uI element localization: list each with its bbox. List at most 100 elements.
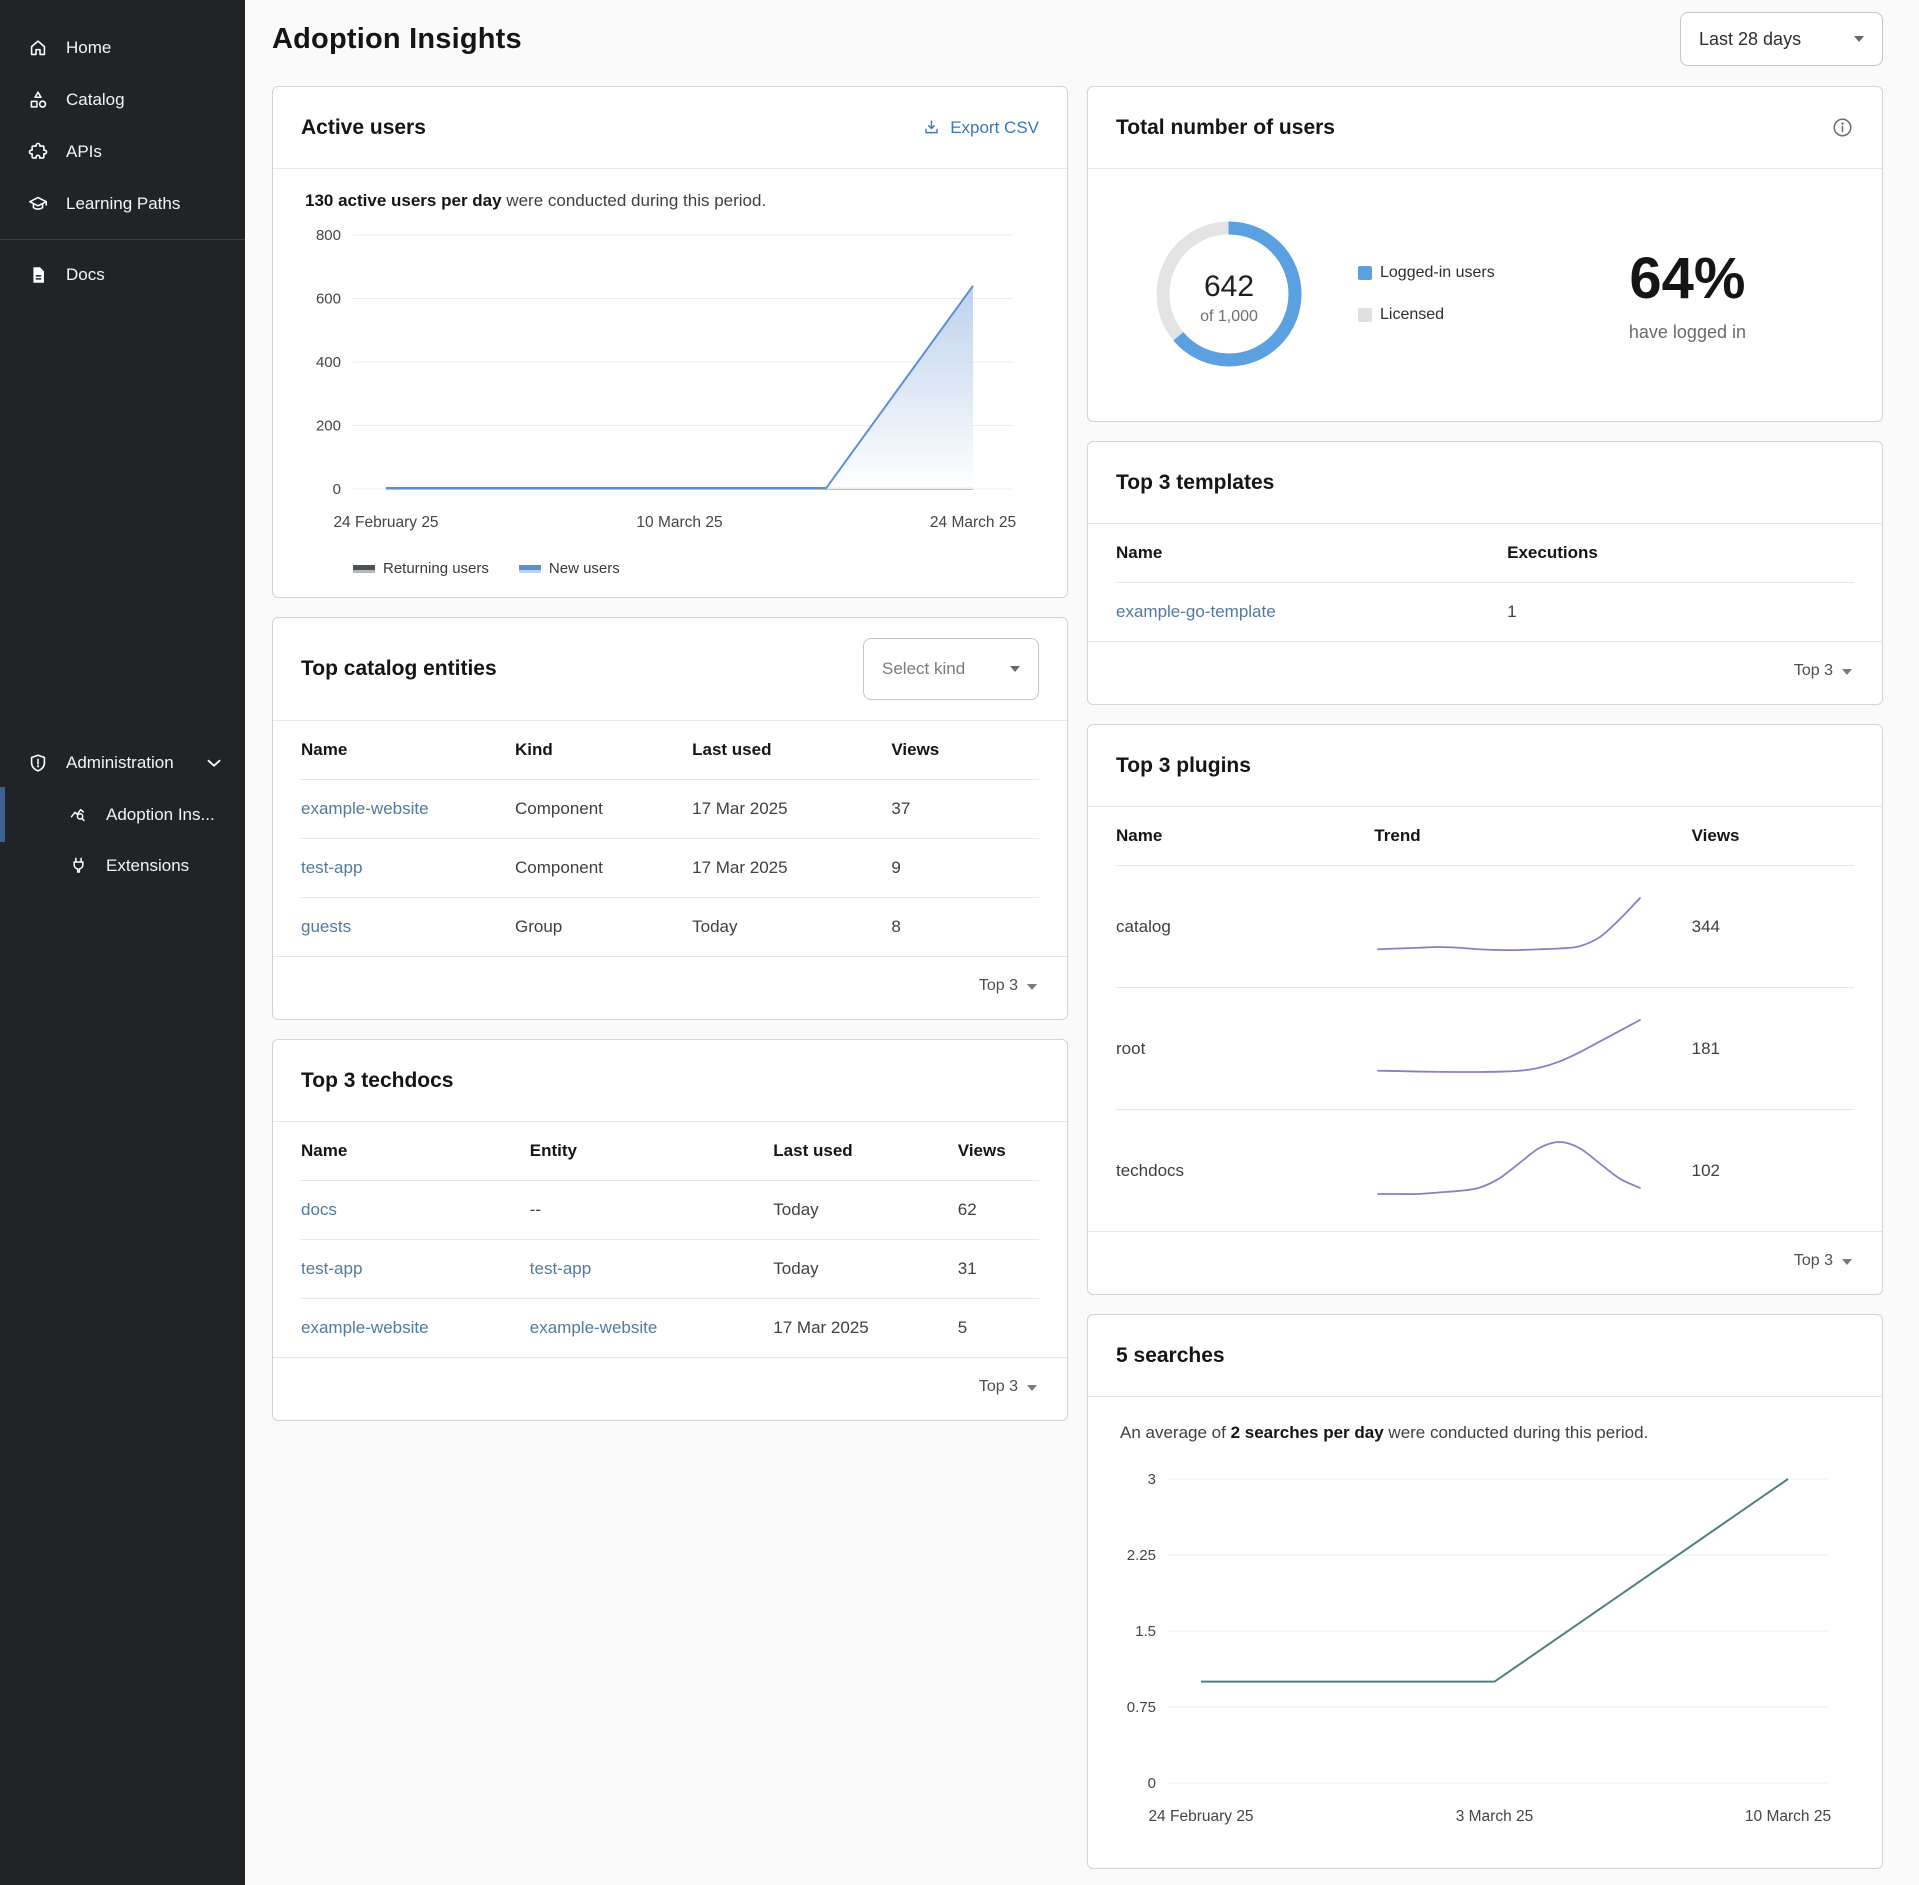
sidebar-item-home[interactable]: Home — [0, 22, 245, 74]
cell: 5 — [958, 1299, 1039, 1358]
cell: 344 — [1692, 866, 1854, 988]
entity-link[interactable]: test-app — [301, 839, 515, 898]
sidebar-item-learning-paths[interactable]: Learning Paths — [0, 178, 245, 230]
sidebar-divider — [0, 239, 245, 240]
legend-item-licensed: Licensed — [1358, 306, 1495, 324]
active-users-chart: 020040060080024 February 2510 March 2524… — [301, 211, 1039, 551]
sidebar-item-label: Learning Paths — [66, 194, 180, 214]
top3-dropdown[interactable]: Top 3 — [273, 956, 1067, 1019]
top3-dropdown[interactable]: Top 3 — [273, 1357, 1067, 1420]
svg-text:2.25: 2.25 — [1127, 1547, 1156, 1564]
column-header: Entity — [530, 1122, 774, 1181]
svg-text:3: 3 — [1148, 1471, 1156, 1488]
cell: 37 — [891, 780, 1039, 839]
sidebar-item-docs[interactable]: Docs — [0, 249, 245, 301]
svg-text:1.5: 1.5 — [1135, 1623, 1156, 1640]
cell: 8 — [891, 898, 1039, 957]
svg-text:200: 200 — [316, 418, 341, 435]
top3-dropdown[interactable]: Top 3 — [1088, 641, 1882, 704]
entity-link[interactable]: example-website — [301, 780, 515, 839]
donut-legend: Logged-in users Licensed — [1358, 264, 1495, 324]
logged-in-stat: 64% have logged in — [1629, 245, 1746, 343]
entity-link[interactable]: test-app — [530, 1240, 774, 1299]
active-users-summary: 130 active users per day were conducted … — [301, 191, 1039, 211]
sidebar-item-label: Home — [66, 38, 111, 58]
entity-link[interactable]: guests — [301, 898, 515, 957]
techdocs-trend-sparkline — [1374, 1136, 1644, 1200]
legend-item-new-users: New users — [519, 560, 620, 577]
sidebar-item-apis[interactable]: APIs — [0, 126, 245, 178]
cell: 17 Mar 2025 — [692, 839, 891, 898]
top-plugins-card: Top 3 plugins Name Trend Views — [1087, 724, 1883, 1295]
svg-text:800: 800 — [316, 227, 341, 244]
templates-table: Name Executions example-go-template 1 — [1116, 524, 1854, 641]
date-range-value: Last 28 days — [1699, 29, 1801, 50]
sidebar-item-adoption-insights[interactable]: Adoption Ins... — [0, 789, 245, 840]
logged-in-swatch-icon — [1358, 266, 1372, 280]
techdocs-table: Name Entity Last used Views docs -- Toda… — [301, 1122, 1039, 1357]
techdoc-link[interactable]: test-app — [301, 1240, 530, 1299]
searches-card: 5 searches An average of 2 searches per … — [1087, 1314, 1883, 1869]
table-row: test-app Component 17 Mar 2025 9 — [301, 839, 1039, 898]
main-content: Adoption Insights Last 28 days Active us… — [245, 0, 1919, 1885]
info-icon — [1831, 116, 1854, 139]
chart-legend: Returning users New users — [301, 556, 1039, 579]
cell: 31 — [958, 1240, 1039, 1299]
column-header: Name — [1116, 524, 1507, 583]
cell: Today — [773, 1240, 958, 1299]
svg-text:3 March 25: 3 March 25 — [1456, 1808, 1534, 1825]
svg-text:0.75: 0.75 — [1127, 1699, 1156, 1716]
sidebar-item-administration[interactable]: Administration — [0, 737, 245, 789]
svg-text:10 March 25: 10 March 25 — [1745, 1808, 1831, 1825]
catalog-icon — [27, 89, 49, 111]
card-title: Active users — [301, 116, 426, 140]
export-csv-button[interactable]: Export CSV — [922, 118, 1039, 138]
page-title: Adoption Insights — [272, 23, 522, 56]
sidebar-item-extensions[interactable]: Extensions — [0, 840, 245, 891]
logged-in-percent-caption: have logged in — [1629, 322, 1746, 343]
techdoc-link[interactable]: docs — [301, 1181, 530, 1240]
card-title: Total number of users — [1116, 116, 1335, 140]
cell: 17 Mar 2025 — [773, 1299, 958, 1358]
cell: 1 — [1507, 583, 1854, 642]
top-catalog-entities-card: Top catalog entities Select kind Name Ki… — [272, 617, 1068, 1020]
info-button[interactable] — [1831, 116, 1854, 139]
home-icon — [27, 37, 49, 59]
svg-text:of 1,000: of 1,000 — [1200, 308, 1258, 325]
cell: 102 — [1692, 1110, 1854, 1232]
entity-link[interactable]: example-website — [530, 1299, 774, 1358]
column-header: Name — [301, 721, 515, 780]
svg-text:400: 400 — [316, 354, 341, 371]
cell: 62 — [958, 1181, 1039, 1240]
card-title: Top catalog entities — [301, 657, 497, 681]
sidebar-item-label: Catalog — [66, 90, 125, 110]
cell: Group — [515, 898, 692, 957]
template-link[interactable]: example-go-template — [1116, 583, 1507, 642]
column-header: Name — [301, 1122, 530, 1181]
top3-dropdown[interactable]: Top 3 — [1088, 1231, 1882, 1294]
kind-select[interactable]: Select kind — [863, 638, 1039, 700]
table-row: example-website example-website 17 Mar 2… — [301, 1299, 1039, 1358]
techdoc-link[interactable]: example-website — [301, 1299, 530, 1358]
caret-down-icon — [1027, 984, 1037, 990]
right-column: Total number of users 642of 1,000 Logged… — [1087, 86, 1883, 1869]
returning-users-swatch-icon — [353, 565, 375, 573]
export-csv-label: Export CSV — [950, 118, 1039, 138]
catalog-trend-sparkline — [1374, 892, 1644, 956]
card-title: Top 3 templates — [1116, 471, 1274, 495]
plug-icon — [68, 855, 89, 876]
column-header: Views — [958, 1122, 1039, 1181]
svg-text:10 March 25: 10 March 25 — [636, 514, 722, 531]
searches-chart: 00.751.52.25324 February 253 March 2510 … — [1116, 1455, 1854, 1845]
sidebar-item-label: Adoption Ins... — [106, 805, 215, 825]
active-indicator — [0, 787, 5, 842]
column-header: Trend — [1374, 807, 1691, 866]
table-row: example-website Component 17 Mar 2025 37 — [301, 780, 1039, 839]
docs-icon — [27, 264, 49, 286]
date-range-select[interactable]: Last 28 days — [1680, 12, 1883, 66]
sidebar-item-label: APIs — [66, 142, 102, 162]
svg-text:0: 0 — [333, 481, 341, 498]
api-icon — [27, 141, 49, 163]
sidebar-item-catalog[interactable]: Catalog — [0, 74, 245, 126]
searches-summary: An average of 2 searches per day were co… — [1116, 1423, 1854, 1443]
